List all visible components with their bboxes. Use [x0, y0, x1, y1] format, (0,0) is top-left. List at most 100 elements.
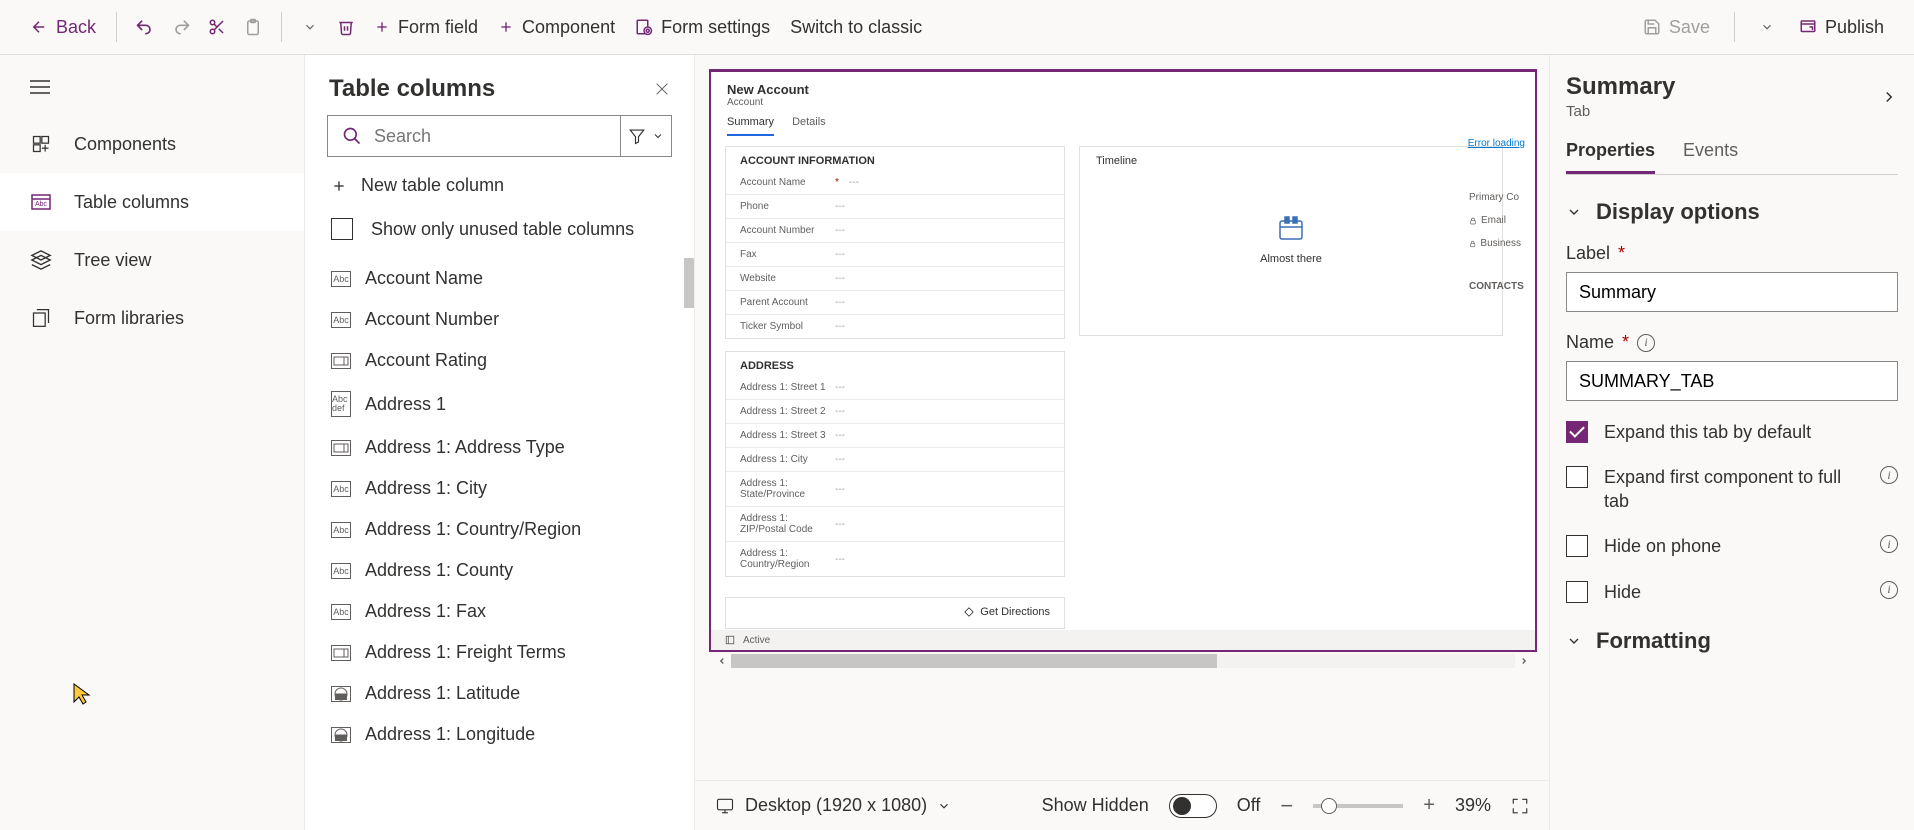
form-field-row[interactable]: Account Name*--- [726, 171, 1064, 194]
column-item-label: Address 1: City [365, 478, 487, 499]
info-icon[interactable]: i [1880, 466, 1898, 484]
form-field-row[interactable]: Website--- [726, 266, 1064, 290]
required-indicator: * [1622, 332, 1629, 353]
column-item[interactable]: AbcAddress 1: Country/Region [305, 509, 694, 550]
column-type-icon [331, 686, 351, 702]
form-tab-details[interactable]: Details [792, 116, 826, 136]
account-information-section[interactable]: ACCOUNT INFORMATION Account Name*---Phon… [725, 146, 1065, 339]
paste-dropdown[interactable] [292, 9, 328, 45]
save-dropdown[interactable] [1749, 9, 1785, 45]
info-icon[interactable]: i [1880, 535, 1898, 553]
column-item[interactable]: Account Rating [305, 340, 694, 381]
form-tab-summary[interactable]: Summary [727, 116, 774, 136]
get-directions-button[interactable]: Get Directions [725, 597, 1065, 629]
form-field-row[interactable]: Phone--- [726, 194, 1064, 218]
column-item[interactable]: AbcAccount Name [305, 258, 694, 299]
left-rail: Components Abc Table columns Tree view F… [0, 55, 305, 830]
column-type-icon [331, 727, 351, 743]
info-icon[interactable]: i [1880, 581, 1898, 599]
paste-button[interactable] [235, 9, 271, 45]
formatting-toggle[interactable]: Formatting [1566, 628, 1898, 654]
column-item[interactable]: Abc defAddress 1 [305, 381, 694, 427]
form-field-row[interactable]: Parent Account--- [726, 290, 1064, 314]
label-field-label: Label [1566, 243, 1610, 264]
timeline-section[interactable]: Timeline Almost there [1079, 146, 1503, 336]
zoom-slider[interactable] [1313, 804, 1403, 808]
display-options-toggle[interactable]: Display options [1566, 199, 1898, 225]
column-item[interactable]: AbcAddress 1: Fax [305, 591, 694, 632]
undo-icon [135, 17, 155, 37]
column-item[interactable]: AbcAccount Number [305, 299, 694, 340]
back-button[interactable]: Back [20, 11, 106, 44]
address-section[interactable]: ADDRESS Address 1: Street 1---Address 1:… [725, 351, 1065, 577]
save-button[interactable]: Save [1633, 11, 1720, 44]
components-icon [31, 134, 51, 154]
props-tab-properties[interactable]: Properties [1566, 140, 1655, 174]
hamburger-button[interactable] [0, 55, 304, 115]
expand-default-checkbox[interactable] [1566, 421, 1588, 443]
form-field-row[interactable]: Account Number--- [726, 218, 1064, 242]
name-input[interactable] [1566, 361, 1898, 401]
show-hidden-toggle[interactable] [1169, 794, 1217, 818]
form-field-row[interactable]: Address 1: ZIP/Postal Code--- [726, 506, 1064, 541]
status-icon [725, 635, 735, 645]
form-field-row[interactable]: Address 1: Country/Region--- [726, 541, 1064, 576]
device-label[interactable]: Desktop (1920 x 1080) [745, 795, 927, 816]
column-item[interactable]: AbcAddress 1: City [305, 468, 694, 509]
form-status-bar: Active [711, 630, 1535, 650]
publish-button[interactable]: Publish [1789, 11, 1894, 44]
rail-item-form-libraries[interactable]: Form libraries [0, 289, 304, 347]
form-field-button[interactable]: Form field [364, 11, 488, 44]
horizontal-scrollbar[interactable] [709, 652, 1537, 670]
form-field-row[interactable]: Address 1: State/Province--- [726, 471, 1064, 506]
hide-phone-checkbox[interactable] [1566, 535, 1588, 557]
chevron-down-icon [1566, 633, 1582, 649]
show-unused-checkbox[interactable] [331, 218, 353, 240]
rail-item-tree-view[interactable]: Tree view [0, 231, 304, 289]
undo-button[interactable] [127, 9, 163, 45]
columns-filter-button[interactable] [620, 115, 672, 157]
form-field-row[interactable]: Ticker Symbol--- [726, 314, 1064, 338]
scrollbar-thumb[interactable] [731, 654, 1217, 668]
rail-label: Components [74, 134, 176, 155]
new-table-column-button[interactable]: New table column [305, 157, 694, 210]
rail-item-components[interactable]: Components [0, 115, 304, 173]
form-field-row[interactable]: Address 1: Street 1--- [726, 376, 1064, 399]
label-input[interactable] [1566, 272, 1898, 312]
cut-button[interactable] [199, 9, 235, 45]
switch-classic-button[interactable]: Switch to classic [780, 11, 932, 44]
form-field-row[interactable]: Address 1: Street 2--- [726, 399, 1064, 423]
delete-button[interactable] [328, 9, 364, 45]
column-item[interactable]: AbcAddress 1: County [305, 550, 694, 591]
error-loading-link[interactable]: Error loading [1468, 138, 1525, 149]
columns-search-box[interactable] [327, 115, 620, 157]
info-icon[interactable]: i [1637, 334, 1655, 352]
component-button[interactable]: Component [488, 11, 625, 44]
zoom-out-button[interactable]: − [1280, 793, 1293, 819]
column-item[interactable]: Address 1: Latitude [305, 673, 694, 714]
expand-first-checkbox[interactable] [1566, 466, 1588, 488]
form-field-row[interactable]: Fax--- [726, 242, 1064, 266]
chevron-right-icon[interactable] [1880, 88, 1898, 106]
column-item[interactable]: Address 1: Freight Terms [305, 632, 694, 673]
column-item[interactable]: Address 1: Longitude [305, 714, 694, 755]
form-settings-label: Form settings [661, 17, 770, 38]
chevron-down-icon[interactable] [937, 799, 951, 813]
form-right-column: Primary Co Email Business CONTACTS [1465, 186, 1525, 298]
props-tab-events[interactable]: Events [1683, 140, 1738, 174]
zoom-value: 39% [1455, 795, 1491, 816]
rail-label: Tree view [74, 250, 151, 271]
redo-button[interactable] [163, 9, 199, 45]
columns-search-input[interactable] [374, 126, 606, 147]
columns-close-button[interactable] [654, 81, 670, 97]
rail-item-table-columns[interactable]: Abc Table columns [0, 173, 304, 231]
form-field-row[interactable]: Address 1: City--- [726, 447, 1064, 471]
form-settings-button[interactable]: Form settings [625, 11, 780, 44]
fit-to-screen-icon[interactable] [1511, 797, 1529, 815]
form-field-row[interactable]: Address 1: Street 3--- [726, 423, 1064, 447]
zoom-in-button[interactable]: + [1423, 794, 1435, 817]
hide-checkbox[interactable] [1566, 581, 1588, 603]
scrollbar-thumb[interactable] [684, 258, 694, 308]
column-item[interactable]: Address 1: Address Type [305, 427, 694, 468]
form-preview[interactable]: New Account Account Summary Details Erro… [709, 69, 1537, 652]
